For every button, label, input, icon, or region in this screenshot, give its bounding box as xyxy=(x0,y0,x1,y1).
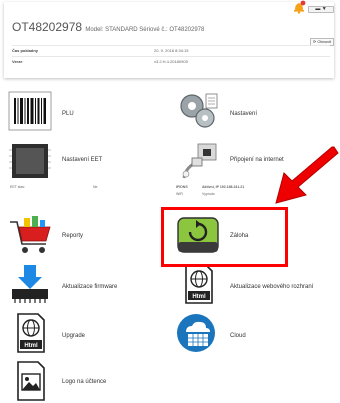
device-info-card: OT48202978 Model: STANDARD Sériové č.: O… xyxy=(4,2,334,78)
tile-label: Upgrade xyxy=(62,333,86,339)
tile-label: Nastavení xyxy=(230,111,258,117)
tile-cloud[interactable]: Cloud xyxy=(176,312,326,356)
firmware-download-icon xyxy=(12,265,48,303)
info-row-time: Čas pokladny 20. 9. 2018 8:34:15 xyxy=(12,45,330,55)
wifi-label: WiFi xyxy=(176,192,183,196)
logo-image-file-icon xyxy=(17,361,45,401)
wifi-value: Vypnuto xyxy=(202,192,215,196)
tile-label: Aktualizace firmware xyxy=(62,284,118,290)
network-status-label: IP/DNS xyxy=(176,185,188,189)
info-value: v3.2.H.4.20180909 xyxy=(154,59,188,64)
barcode-icon xyxy=(8,91,52,131)
tile-aktualizace-web[interactable]: Html Aktualizace webového rozhraní xyxy=(176,263,326,307)
info-key: Čas pokladny xyxy=(12,48,39,53)
svg-text:Html: Html xyxy=(24,343,38,349)
info-value: 20. 9. 2018 8:34:15 xyxy=(154,48,189,53)
svg-text:Html: Html xyxy=(192,294,206,300)
network-status-value: Aktivní, IP 192.168.241.21 xyxy=(202,185,245,189)
eet-status-strip: EET stav: Ne xyxy=(8,183,158,201)
tile-aktualizace-firmware[interactable]: Aktualizace firmware xyxy=(8,263,158,307)
tile-upgrade[interactable]: Html Upgrade xyxy=(8,312,158,356)
tile-plu[interactable]: PLU xyxy=(8,90,158,134)
red-arrow-icon xyxy=(275,146,339,204)
tile-label: Logo na účtence xyxy=(62,379,107,385)
tile-label: Reporty xyxy=(62,233,84,239)
eet-status-value: Ne xyxy=(93,185,98,189)
cloud-server-icon xyxy=(177,314,215,352)
tile-logo[interactable]: Logo na účtence xyxy=(8,360,158,402)
device-model: Model: STANDARD Sériové č.: OT48202978 xyxy=(85,27,205,33)
html-file-icon: Html xyxy=(17,313,45,353)
info-key: Verze xyxy=(12,59,23,64)
html-file-icon: Html xyxy=(185,264,213,304)
tile-label: Aktualizace webového rozhraní xyxy=(230,284,314,290)
tile-reporty[interactable]: Reporty xyxy=(8,214,158,258)
highlight-box xyxy=(161,207,288,267)
info-row-version: Verze v3.2.H.4.20180909 xyxy=(12,56,330,66)
tile-label: Nastavení EET xyxy=(62,157,103,163)
shopping-cart-icon xyxy=(10,216,51,253)
tile-label: Cloud xyxy=(230,333,246,339)
device-id: OT48202978 xyxy=(12,20,83,34)
chip-icon xyxy=(9,144,51,178)
tile-nastaveni-eet[interactable]: Nastavení EET xyxy=(8,140,158,184)
tile-nastaveni[interactable]: Nastavení xyxy=(176,90,326,134)
notification-bell-icon[interactable] xyxy=(292,0,306,14)
settings-gears-icon xyxy=(180,93,218,128)
network-cable-icon xyxy=(182,143,217,179)
eet-status-label: EET stav: xyxy=(10,185,26,189)
device-title: OT48202978 Model: STANDARD Sériové č.: O… xyxy=(12,20,204,34)
language-selector[interactable]: ▬ ▼ xyxy=(308,6,334,13)
tile-label: PLU xyxy=(62,111,74,117)
